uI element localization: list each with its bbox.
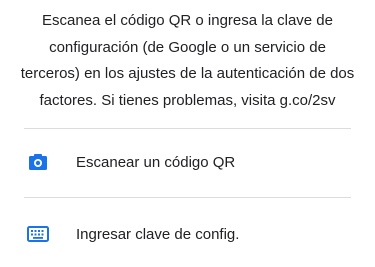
camera-icon [26,152,50,172]
scan-qr-label: Escanear un código QR [76,153,236,171]
enter-key-label: Ingresar clave de config. [76,225,240,243]
instructions-line-4: factores. Si tienes problemas, visita g.… [39,91,336,109]
instructions-line-1: Escanea el código QR o ingresa la clave … [41,12,333,29]
enter-key-option[interactable]: Ingresar clave de config. [0,212,375,256]
divider-top [24,128,351,129]
instructions-line-2: configuración (de Google o un servicio d… [49,38,326,56]
keyboard-icon [26,224,50,244]
scan-qr-option[interactable]: Escanear un código QR [0,140,375,184]
instructions-line-3: terceros) en los ajustes de la autentica… [20,65,355,82]
instructions-text: Escanea el código QR o ingresa la clave … [0,8,375,114]
divider-middle [24,197,351,198]
